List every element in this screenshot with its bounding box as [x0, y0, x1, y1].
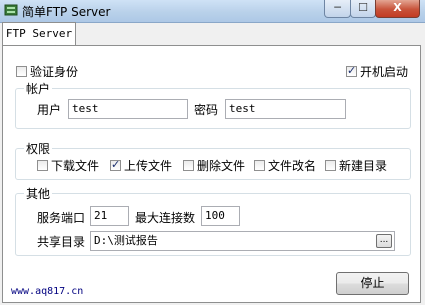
port-field[interactable]: 21 [90, 206, 129, 226]
account-legend: 帐户 [24, 80, 53, 97]
perm-mkdir-label: 新建目录 [339, 159, 388, 173]
perm-mkdir-box[interactable] [325, 160, 336, 171]
perm-download-label: 下载文件 [51, 159, 100, 173]
password-label: 密码 [194, 103, 219, 117]
other-group: 其他 服务端口 21 最大连接数 100 共享目录 D:\测试报告 ... [15, 185, 411, 256]
app-window: 简单FTP Server ─ ☐ X FTP Server 验证身份 开机启动 … [0, 0, 425, 305]
perm-rename-box[interactable] [254, 160, 265, 171]
perm-delete-checkbox[interactable]: 删除文件 [183, 157, 245, 174]
perm-rename-checkbox[interactable]: 文件改名 [254, 157, 316, 174]
window-title: 简单FTP Server [22, 5, 111, 19]
perm-upload-label: 上传文件 [124, 159, 173, 173]
user-field[interactable]: test [68, 99, 188, 119]
perm-download-checkbox[interactable]: 下载文件 [37, 157, 99, 174]
share-dir-label: 共享目录 [37, 235, 86, 249]
tab-ftp-server[interactable]: FTP Server [2, 22, 76, 45]
perm-mkdir-checkbox[interactable]: 新建目录 [325, 157, 387, 174]
title-bar[interactable]: 简单FTP Server ─ ☐ X [0, 0, 425, 23]
maximize-button[interactable]: ☐ [350, 0, 376, 18]
verify-identity-box[interactable] [16, 66, 27, 77]
tab-strip: FTP Server [0, 22, 425, 46]
perm-download-box[interactable] [37, 160, 48, 171]
auto-start-label: 开机启动 [360, 65, 409, 79]
verify-identity-checkbox[interactable]: 验证身份 [16, 63, 78, 80]
perm-delete-label: 删除文件 [197, 159, 246, 173]
auto-start-box[interactable] [346, 64, 357, 77]
auto-start-checkbox[interactable]: 开机启动 [346, 63, 408, 80]
perm-upload-checkbox[interactable]: 上传文件 [110, 157, 172, 174]
other-legend: 其他 [24, 185, 53, 202]
close-button[interactable]: X [375, 0, 420, 18]
password-field[interactable]: test [225, 99, 346, 119]
stop-button[interactable]: 停止 [336, 272, 409, 295]
user-label: 用户 [37, 103, 62, 117]
port-label: 服务端口 [37, 211, 86, 225]
account-group: 帐户 用户 test 密码 test [15, 80, 411, 129]
app-icon [4, 4, 18, 16]
website-link[interactable]: www.aq817.cn [11, 286, 83, 297]
minimize-button[interactable]: ─ [324, 0, 351, 18]
permissions-legend: 权限 [24, 140, 53, 157]
browse-button[interactable]: ... [376, 234, 392, 248]
verify-identity-label: 验证身份 [30, 65, 79, 79]
permissions-group: 权限 下载文件 上传文件 删除文件 文件改名 新建目录 [15, 140, 411, 180]
perm-delete-box[interactable] [183, 160, 194, 171]
max-connections-label: 最大连接数 [135, 211, 196, 225]
max-connections-field[interactable]: 100 [201, 206, 240, 226]
tab-panel: 验证身份 开机启动 帐户 用户 test 密码 test 权限 下载文件 上传文… [2, 45, 421, 303]
perm-upload-box[interactable] [110, 158, 121, 171]
perm-rename-label: 文件改名 [268, 159, 317, 173]
share-dir-field[interactable]: D:\测试报告 [90, 231, 395, 251]
